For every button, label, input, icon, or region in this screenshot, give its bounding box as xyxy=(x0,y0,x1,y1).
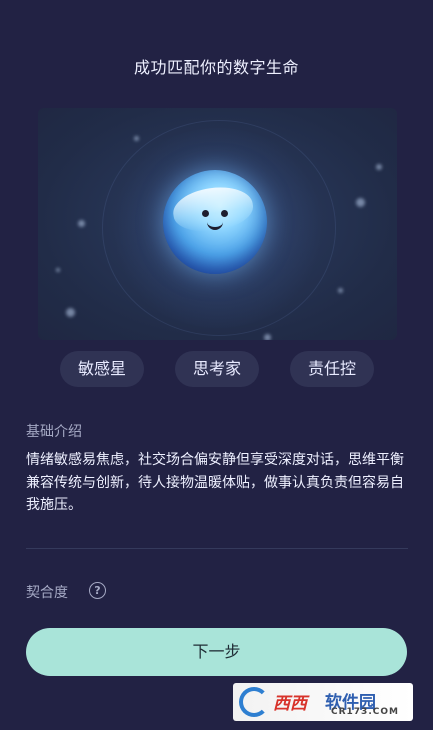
left-eye xyxy=(202,210,209,217)
sparkle xyxy=(264,334,271,340)
tag-chip: 敏感星 xyxy=(60,351,144,387)
page-title: 成功匹配你的数字生命 xyxy=(133,58,299,77)
sparkle xyxy=(356,198,365,207)
intro-label: 基础介绍 xyxy=(26,424,82,440)
avatar-illustration xyxy=(38,108,397,340)
sparkle xyxy=(338,288,343,293)
sparkle xyxy=(134,136,139,141)
watermark-prefix: 西西 xyxy=(273,694,307,714)
avatar-orb xyxy=(163,170,267,274)
watermark-url: CR173.COM xyxy=(331,707,399,717)
divider xyxy=(26,548,408,549)
sparkle xyxy=(66,308,75,317)
sparkle xyxy=(78,220,85,227)
tag-chip: 思考家 xyxy=(175,351,259,387)
sparkle xyxy=(376,164,382,170)
right-eye xyxy=(221,210,228,217)
intro-text: 情绪敏感易焦虑，社交场合偏安静但享受深度对话，思维平衡兼容传统与创新，待人接物温… xyxy=(26,452,404,513)
next-button[interactable]: 下一步 xyxy=(26,628,407,676)
match-label: 契合度 xyxy=(26,585,68,601)
help-icon[interactable]: ? xyxy=(89,582,106,599)
personality-tags: 敏感星 思考家 责任控 xyxy=(0,351,433,387)
sparkle xyxy=(56,268,60,272)
watermark-logo: 西西 软件园 CR173.COM xyxy=(233,683,413,721)
brand-icon xyxy=(239,687,269,717)
tag-chip: 责任控 xyxy=(290,351,374,387)
